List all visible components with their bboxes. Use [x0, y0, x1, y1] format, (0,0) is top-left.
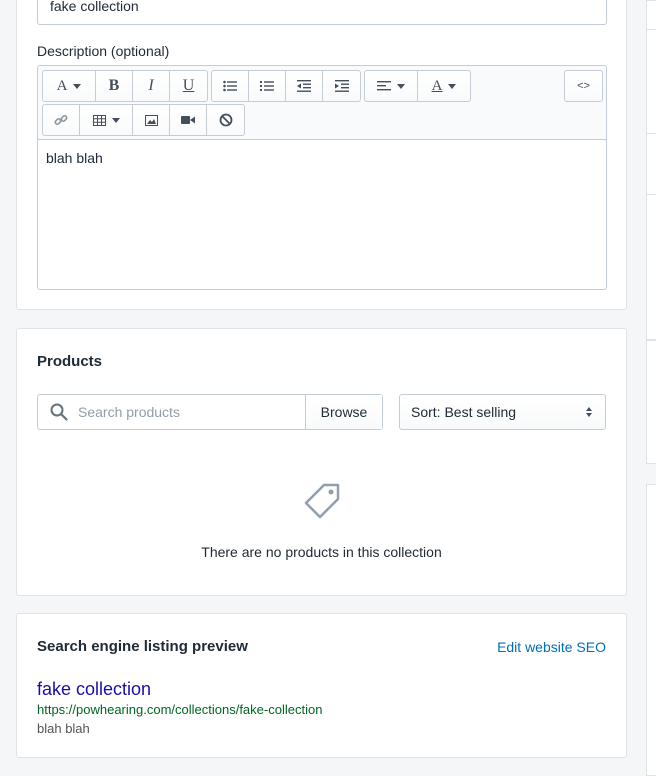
- insert-table-button[interactable]: [80, 105, 133, 135]
- editor-toolbar: A B I U A <>: [38, 66, 606, 140]
- chevron-down-icon: [111, 117, 120, 123]
- indent-button[interactable]: [323, 71, 360, 101]
- search-input[interactable]: Search products: [38, 395, 305, 429]
- search-placeholder: Search products: [78, 404, 180, 420]
- divider: [647, 194, 656, 195]
- show-html-button[interactable]: <>: [565, 71, 602, 101]
- clear-formatting-button[interactable]: [207, 105, 244, 135]
- rich-text-editor: A B I U A <> blah blah: [37, 65, 607, 290]
- clear-formatting-icon: [219, 113, 232, 127]
- chevron-down-icon: [397, 83, 405, 89]
- right-sidebar-card: [646, 484, 656, 776]
- products-card: Products Search products Browse Sort: Be…: [16, 328, 627, 596]
- insert-image-button[interactable]: [133, 105, 170, 135]
- select-arrows-icon: [586, 407, 592, 417]
- image-icon: [144, 114, 158, 126]
- sort-select-value: Sort: Best selling: [411, 404, 517, 420]
- search-icon: [50, 403, 68, 421]
- video-icon: [181, 116, 195, 124]
- seo-preview-description: blah blah: [37, 721, 90, 736]
- numbered-list-button[interactable]: [249, 71, 286, 101]
- bulleted-list-icon: [223, 80, 237, 92]
- text-color-button[interactable]: A: [418, 71, 470, 101]
- text-color-icon: A: [431, 77, 443, 94]
- font-style-button[interactable]: A: [43, 71, 96, 101]
- bold-button[interactable]: B: [96, 71, 133, 101]
- right-sidebar-card: [646, 340, 656, 464]
- align-button[interactable]: [365, 71, 418, 101]
- seo-preview-title: fake collection: [37, 679, 152, 699]
- seo-heading: Search engine listing preview: [37, 638, 248, 655]
- code-icon: <>: [577, 80, 590, 92]
- italic-button[interactable]: I: [133, 71, 170, 101]
- right-sidebar-card: [646, 0, 656, 340]
- collection-title-input[interactable]: fake collection: [37, 0, 607, 25]
- text-format-group: A B I U: [42, 70, 208, 102]
- divider: [647, 29, 656, 30]
- outdent-icon: [297, 80, 311, 92]
- list-indent-group: [211, 70, 361, 102]
- seo-preview-url: https://powhearing.com/collections/fake-…: [37, 702, 323, 717]
- tag-icon: [304, 483, 340, 519]
- product-search-bar: Search products Browse: [37, 394, 383, 430]
- outdent-button[interactable]: [286, 71, 323, 101]
- description-editor-content[interactable]: blah blah: [38, 140, 606, 176]
- bulleted-list-button[interactable]: [212, 71, 249, 101]
- underline-icon: U: [182, 77, 195, 94]
- products-heading: Products: [37, 353, 103, 370]
- chevron-down-icon: [73, 83, 82, 89]
- font-icon: A: [56, 77, 68, 94]
- alignment-color-group: A: [364, 70, 471, 102]
- description-label: Description (optional): [37, 43, 170, 59]
- align-left-icon: [377, 81, 391, 91]
- collection-details-card: fake collection Description (optional) A…: [16, 0, 627, 310]
- italic-icon: I: [148, 77, 154, 94]
- insert-link-button[interactable]: [43, 105, 80, 135]
- chevron-down-icon: [448, 83, 457, 89]
- table-icon: [92, 114, 106, 126]
- browse-button[interactable]: Browse: [305, 395, 382, 429]
- insert-video-button[interactable]: [170, 105, 207, 135]
- seo-preview-card: Search engine listing preview Edit websi…: [16, 613, 627, 758]
- underline-button[interactable]: U: [170, 71, 207, 101]
- html-group: <>: [564, 70, 603, 102]
- insert-group: [42, 104, 245, 136]
- divider: [647, 133, 656, 134]
- numbered-list-icon: [260, 81, 274, 91]
- empty-state-message: There are no products in this collection: [201, 544, 442, 560]
- sort-select[interactable]: Sort: Best selling: [399, 394, 606, 430]
- bold-icon: B: [108, 77, 120, 94]
- link-icon: [54, 114, 68, 126]
- indent-icon: [334, 80, 349, 92]
- edit-seo-link[interactable]: Edit website SEO: [497, 639, 606, 655]
